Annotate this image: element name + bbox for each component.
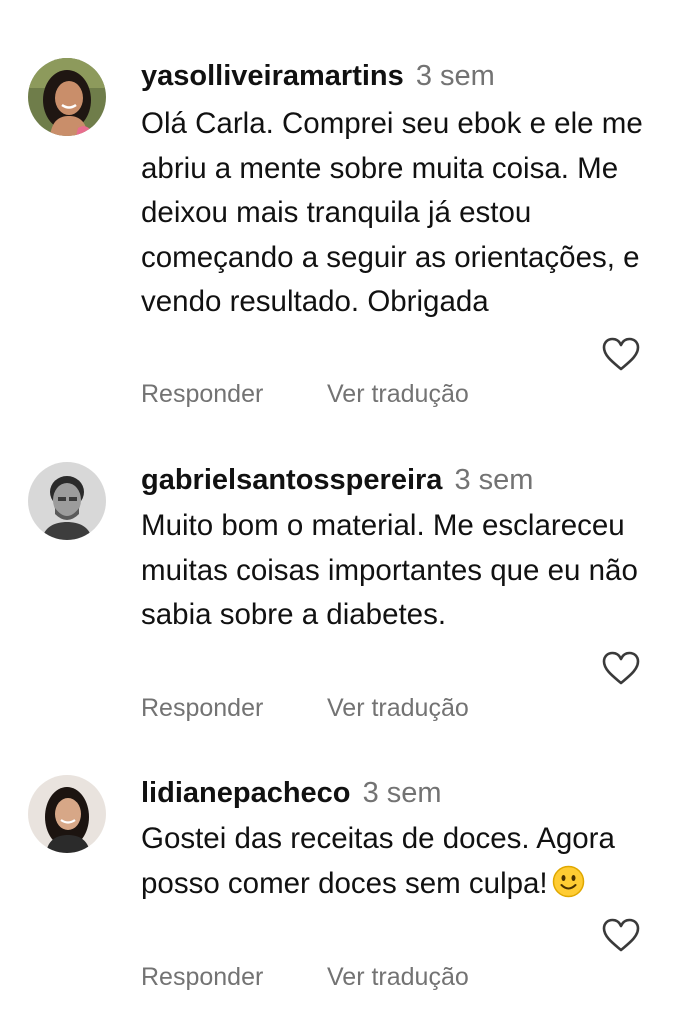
slightly-smiling-face-emoji bbox=[552, 865, 585, 898]
heart-outline-icon[interactable] bbox=[601, 650, 641, 686]
comment-text: Gostei das receitas de doces. Agora poss… bbox=[141, 817, 661, 906]
comment-actions: Responder Ver tradução bbox=[141, 379, 469, 409]
comment-header: lidianepacheco 3 sem bbox=[141, 775, 442, 811]
comment-header: yasolliveiramartins 3 sem bbox=[141, 58, 495, 94]
comment-header: gabrielsantosspereira 3 sem bbox=[141, 462, 533, 498]
timestamp: 3 sem bbox=[454, 464, 534, 496]
reply-button[interactable]: Responder bbox=[141, 379, 327, 409]
username[interactable]: lidianepacheco bbox=[141, 777, 351, 809]
heart-outline-icon[interactable] bbox=[601, 336, 641, 372]
timestamp: 3 sem bbox=[415, 60, 495, 92]
comment-text: Olá Carla. Comprei seu ebok e ele me abr… bbox=[141, 107, 643, 318]
avatar[interactable] bbox=[28, 462, 106, 540]
comment-text: Muito bom o material. Me esclareceu muit… bbox=[141, 509, 638, 631]
comment-actions: Responder Ver tradução bbox=[141, 962, 469, 992]
avatar[interactable] bbox=[28, 775, 106, 853]
see-translation-button[interactable]: Ver tradução bbox=[327, 694, 469, 722]
reply-button[interactable]: Responder bbox=[141, 693, 327, 723]
reply-button[interactable]: Responder bbox=[141, 962, 327, 992]
username[interactable]: gabrielsantosspereira bbox=[141, 464, 442, 496]
see-translation-button[interactable]: Ver tradução bbox=[327, 380, 469, 408]
see-translation-button[interactable]: Ver tradução bbox=[327, 963, 469, 991]
username[interactable]: yasolliveiramartins bbox=[141, 60, 404, 92]
comment-text-content: Gostei das receitas de doces. Agora poss… bbox=[141, 822, 615, 900]
timestamp: 3 sem bbox=[362, 777, 442, 809]
avatar[interactable] bbox=[28, 58, 106, 136]
heart-outline-icon[interactable] bbox=[601, 917, 641, 953]
comment-actions: Responder Ver tradução bbox=[141, 693, 469, 723]
